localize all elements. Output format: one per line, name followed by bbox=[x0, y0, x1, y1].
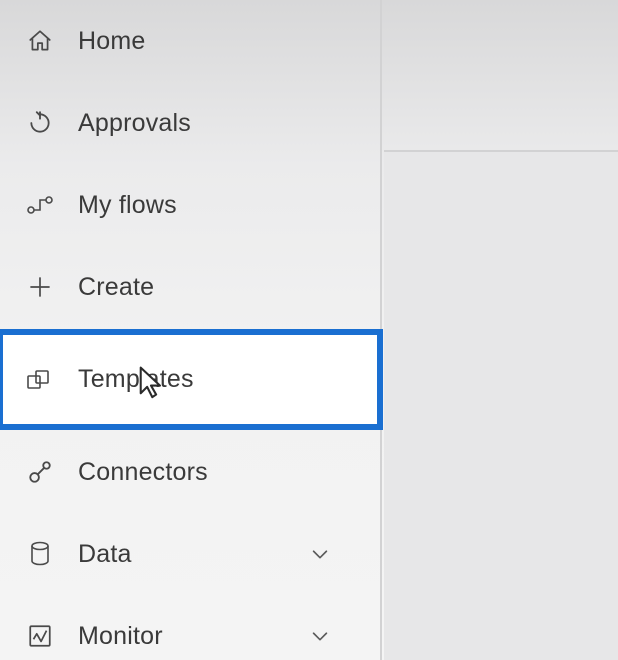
sidebar-item-data[interactable]: Data bbox=[0, 513, 380, 595]
sidebar-item-label: Data bbox=[78, 540, 132, 569]
data-icon bbox=[26, 540, 54, 568]
sidebar-item-templates[interactable]: Templates bbox=[0, 332, 380, 427]
monitor-icon bbox=[26, 622, 54, 650]
sidebar-item-label: Templates bbox=[78, 365, 194, 394]
sidebar-item-home[interactable]: Home bbox=[0, 0, 380, 82]
sidebar-item-label: Approvals bbox=[78, 109, 191, 138]
sidebar-item-label: Connectors bbox=[78, 458, 208, 487]
content-pane bbox=[384, 150, 618, 660]
sidebar-item-create[interactable]: Create bbox=[0, 246, 380, 328]
sidebar-item-myflows[interactable]: My flows bbox=[0, 164, 380, 246]
sidebar-item-connectors[interactable]: Connectors bbox=[0, 431, 380, 513]
sidebar-item-label: Create bbox=[78, 273, 154, 302]
sidebar-item-label: Home bbox=[78, 27, 146, 56]
sidebar-nav: Home Approvals My flows Create bbox=[0, 0, 382, 660]
templates-icon bbox=[26, 366, 54, 394]
sidebar-item-monitor[interactable]: Monitor bbox=[0, 595, 380, 660]
chevron-down-icon[interactable] bbox=[308, 542, 332, 566]
sidebar-item-label: My flows bbox=[78, 191, 177, 220]
home-icon bbox=[26, 27, 54, 55]
approvals-icon bbox=[26, 109, 54, 137]
sidebar-item-label: Monitor bbox=[78, 622, 163, 651]
connectors-icon bbox=[26, 458, 54, 486]
chevron-down-icon[interactable] bbox=[308, 624, 332, 648]
sidebar-item-approvals[interactable]: Approvals bbox=[0, 82, 380, 164]
plus-icon bbox=[26, 273, 54, 301]
flows-icon bbox=[26, 191, 54, 219]
